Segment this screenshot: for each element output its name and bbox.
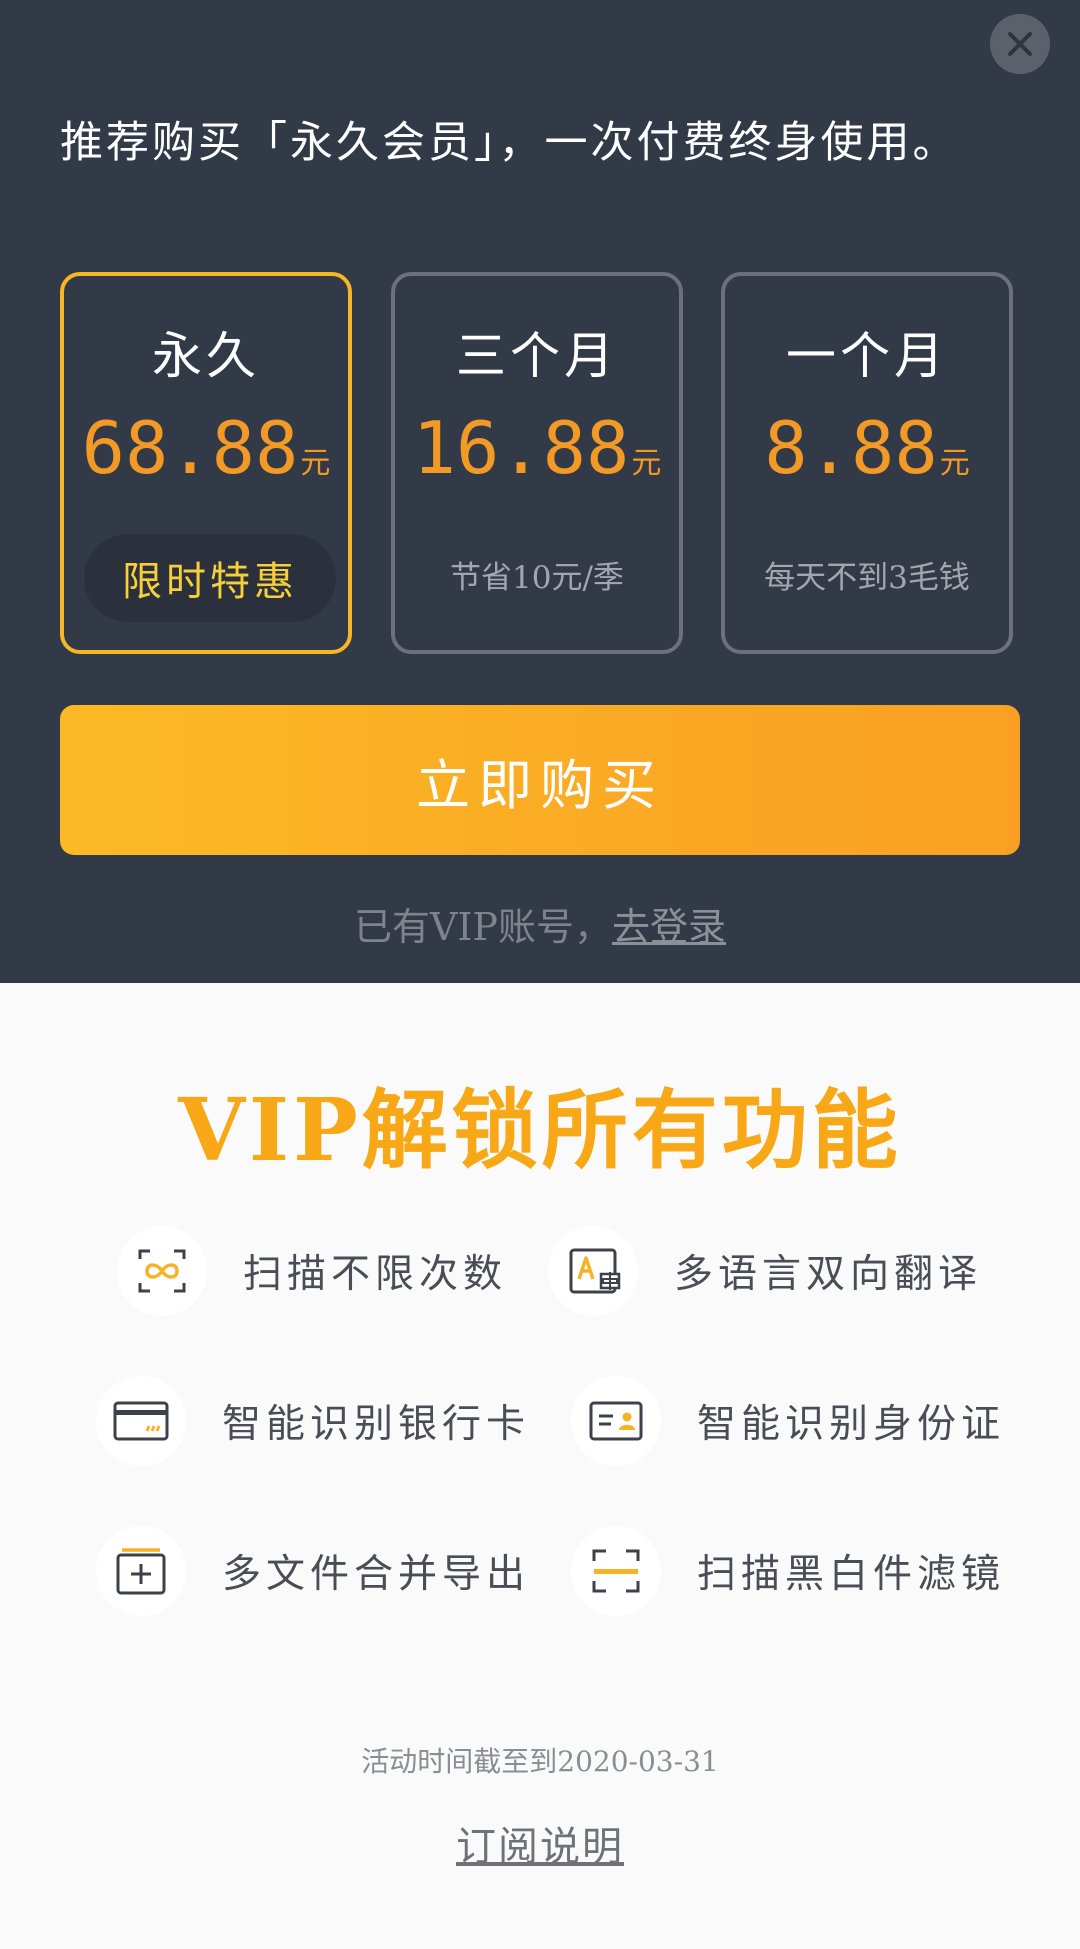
feature-unlimited-scan: 扫描不限次数 bbox=[117, 1226, 507, 1316]
price-value: 68.88 bbox=[81, 406, 299, 490]
plan-card-lifetime[interactable]: 永久 68.88元 限时特惠 bbox=[60, 272, 352, 654]
feature-bank-card: 智能识别银行卡 bbox=[96, 1376, 530, 1466]
plan-name: 一个月 bbox=[786, 327, 948, 385]
plan-name: 三个月 bbox=[456, 327, 618, 385]
headline: 推荐购买「永久会员」，一次付费终身使用。 bbox=[60, 118, 959, 168]
feature-translation: 多语言双向翻译 bbox=[548, 1226, 982, 1316]
price-unit: 元 bbox=[631, 446, 662, 481]
id-card-icon bbox=[571, 1376, 661, 1466]
translate-icon bbox=[548, 1226, 638, 1316]
feature-label: 智能识别身份证 bbox=[697, 1402, 1006, 1447]
feature-label: 扫描不限次数 bbox=[243, 1252, 508, 1297]
feature-label: 多文件合并导出 bbox=[222, 1552, 531, 1597]
plan-card-one-month[interactable]: 一个月 8.88元 每天不到3毛钱 bbox=[721, 272, 1013, 654]
limited-offer-badge: 限时特惠 bbox=[84, 534, 336, 622]
login-prompt: 已有VIP账号，去登录 bbox=[0, 896, 1080, 951]
vip-title: VIP解锁所有功能 bbox=[178, 1080, 902, 1181]
feature-label: 多语言双向翻译 bbox=[674, 1252, 983, 1297]
merge-files-icon bbox=[96, 1526, 186, 1616]
feature-label: 智能识别银行卡 bbox=[222, 1402, 531, 1447]
feature-label: 扫描黑白件滤镜 bbox=[697, 1552, 1006, 1597]
close-button[interactable] bbox=[990, 14, 1050, 74]
plan-price: 16.88元 bbox=[395, 406, 679, 490]
price-unit: 元 bbox=[300, 446, 331, 481]
feature-bw-filter: 扫描黑白件滤镜 bbox=[571, 1526, 1005, 1616]
close-icon bbox=[1008, 32, 1032, 56]
plan-card-three-months[interactable]: 三个月 16.88元 节省10元/季 bbox=[391, 272, 683, 654]
buy-now-button[interactable]: 立即购买 bbox=[60, 705, 1020, 855]
plan-note: 每天不到3毛钱 bbox=[764, 560, 970, 596]
price-value: 8.88 bbox=[764, 406, 938, 490]
price-unit: 元 bbox=[939, 446, 970, 481]
price-value: 16.88 bbox=[412, 406, 630, 490]
plan-name: 永久 bbox=[152, 327, 260, 385]
plan-price: 68.88元 bbox=[64, 406, 348, 490]
login-prompt-text: 已有VIP账号， bbox=[353, 905, 612, 949]
subscription-info-link[interactable]: 订阅说明 bbox=[0, 1814, 1080, 1872]
bank-card-icon bbox=[96, 1376, 186, 1466]
login-link[interactable]: 去登录 bbox=[612, 905, 726, 949]
bw-filter-icon bbox=[571, 1526, 661, 1616]
promotion-deadline: 活动时间截至到2020-03-31 bbox=[361, 1745, 719, 1778]
purchase-panel: 推荐购买「永久会员」，一次付费终身使用。 永久 68.88元 限时特惠 三个月 … bbox=[0, 0, 1080, 983]
infinity-scan-icon bbox=[117, 1226, 207, 1316]
feature-merge-export: 多文件合并导出 bbox=[96, 1526, 530, 1616]
feature-id-card: 智能识别身份证 bbox=[571, 1376, 1005, 1466]
plan-note: 节省10元/季 bbox=[450, 560, 624, 596]
plan-price: 8.88元 bbox=[725, 406, 1009, 490]
